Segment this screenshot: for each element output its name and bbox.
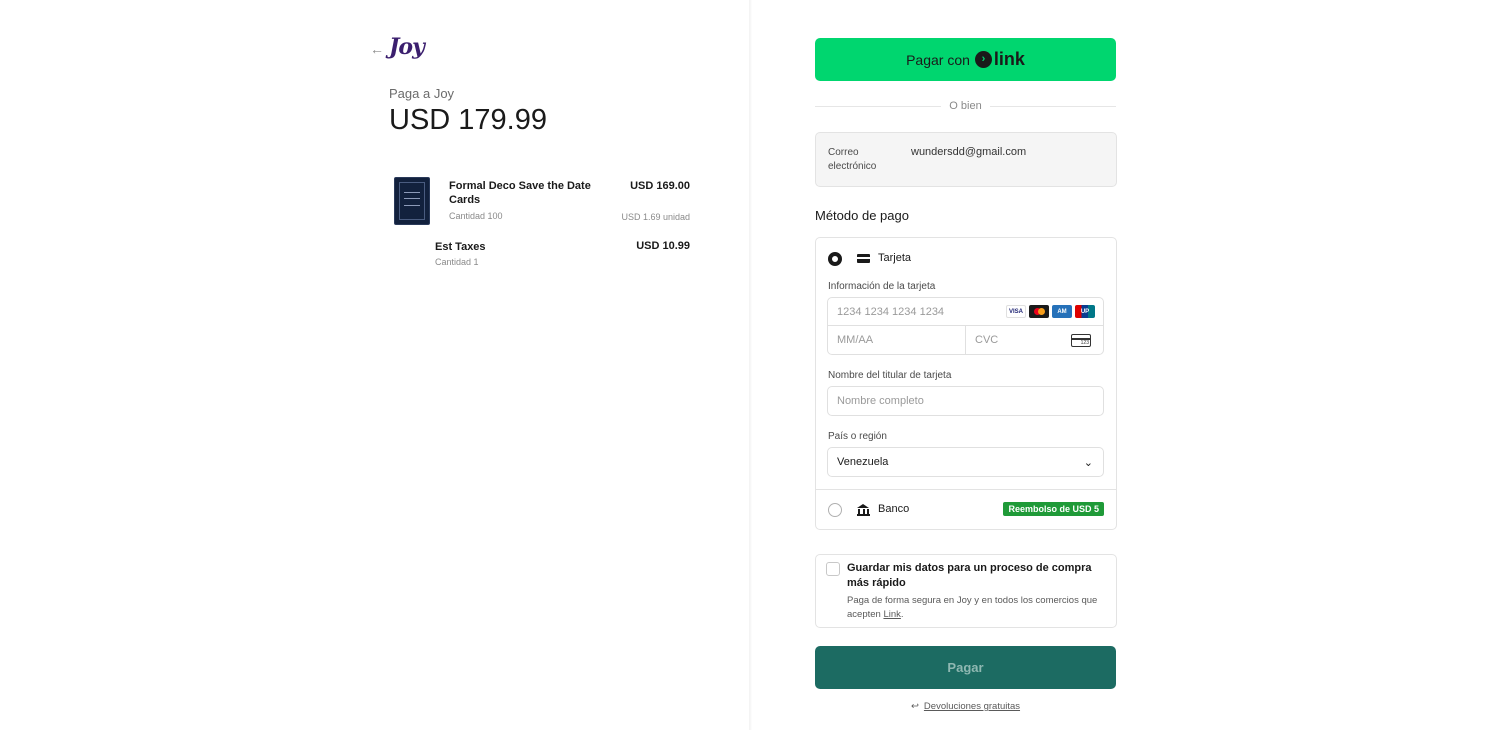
- card-info-label: Información de la tarjeta: [828, 281, 936, 292]
- chevron-down-icon: ⌄: [1083, 457, 1093, 469]
- or-text: O bien: [949, 100, 982, 112]
- pay-button[interactable]: Pagar: [815, 646, 1116, 689]
- mastercard-icon: [1029, 305, 1049, 318]
- link-learn-more[interactable]: Link: [883, 609, 900, 620]
- email-label: Correo electrónico: [828, 147, 877, 172]
- country-select[interactable]: Venezuela ⌄: [827, 447, 1104, 477]
- item-unit-price: USD 1.69 unidad: [621, 212, 690, 222]
- unionpay-icon: UP: [1075, 305, 1095, 318]
- line-item: Est Taxes Cantidad 1 USD 10.99: [394, 239, 690, 271]
- link-button-label: Pagar con: [906, 51, 970, 68]
- expiry-input[interactable]: MM/AA: [827, 326, 966, 355]
- refund-badge: Reembolso de USD 5: [1003, 502, 1104, 516]
- bank-option-label[interactable]: Banco: [878, 503, 909, 515]
- card-brands: VISA AM UP: [1006, 305, 1095, 318]
- save-info-title[interactable]: Guardar mis datos para un proceso de com…: [847, 561, 1109, 591]
- visa-icon: VISA: [1006, 305, 1026, 318]
- chevron-right-icon: ›: [974, 51, 992, 68]
- email-value: wundersdd@gmail.com: [911, 146, 1027, 158]
- item-name: Formal Deco Save the Date Cards: [449, 180, 591, 206]
- pay-to-label: Paga a Joy: [389, 86, 455, 101]
- item-quantity: Cantidad 100: [449, 211, 503, 221]
- item-price: USD 10.99: [636, 240, 690, 252]
- payment-method-title: Método de pago: [815, 208, 909, 223]
- country-value: Venezuela: [837, 456, 889, 468]
- save-info-description: Paga de forma segura en Joy y en todos l…: [847, 595, 1098, 620]
- bank-icon: [857, 504, 870, 516]
- cvc-input[interactable]: CVC 123: [965, 326, 1104, 355]
- card-number-input[interactable]: 1234 1234 1234 1234 VISA AM UP: [827, 297, 1104, 326]
- holder-label: Nombre del titular de tarjeta: [828, 370, 952, 381]
- product-thumbnail: [394, 177, 430, 225]
- save-info-box: Guardar mis datos para un proceso de com…: [815, 554, 1117, 628]
- email-box[interactable]: Correo electrónico wundersdd@gmail.com: [815, 132, 1117, 187]
- bank-radio[interactable]: [828, 503, 842, 517]
- line-item: Formal Deco Save the Date Cards Cantidad…: [394, 177, 690, 227]
- order-summary-panel: ← Joy Paga a Joy USD 179.99 Formal Deco …: [0, 0, 750, 730]
- holder-placeholder: Nombre completo: [837, 395, 924, 407]
- method-separator: [816, 489, 1116, 490]
- panel-divider: [749, 0, 752, 730]
- item-name: Est Taxes: [435, 241, 486, 253]
- link-logo: › link: [974, 49, 1025, 70]
- total-amount: USD 179.99: [389, 104, 547, 136]
- item-quantity: Cantidad 1: [435, 257, 479, 267]
- or-divider: O bien: [815, 99, 1116, 115]
- credit-card-icon: [857, 254, 870, 263]
- card-number-placeholder: 1234 1234 1234 1234: [837, 305, 945, 318]
- amex-icon: AM: [1052, 305, 1072, 318]
- item-price: USD 169.00: [630, 180, 690, 192]
- merchant-logo[interactable]: Joy: [389, 34, 425, 60]
- holder-name-input[interactable]: Nombre completo: [827, 386, 1104, 416]
- save-info-checkbox[interactable]: [826, 562, 840, 576]
- card-option-label[interactable]: Tarjeta: [878, 252, 911, 264]
- payment-method-box: Tarjeta Información de la tarjeta 1234 1…: [815, 237, 1117, 530]
- free-returns-link[interactable]: ↩ Devoluciones gratuitas: [815, 701, 1116, 712]
- cvc-placeholder: CVC: [975, 334, 999, 346]
- return-arrow-icon: ↩: [910, 701, 919, 712]
- country-label: País o región: [828, 431, 887, 442]
- pay-with-link-button[interactable]: Pagar con › link: [815, 38, 1116, 81]
- expiry-placeholder: MM/AA: [837, 334, 874, 346]
- back-arrow-icon[interactable]: ←: [370, 41, 384, 57]
- card-radio[interactable]: [828, 252, 842, 266]
- cvc-card-icon: 123: [1071, 334, 1091, 347]
